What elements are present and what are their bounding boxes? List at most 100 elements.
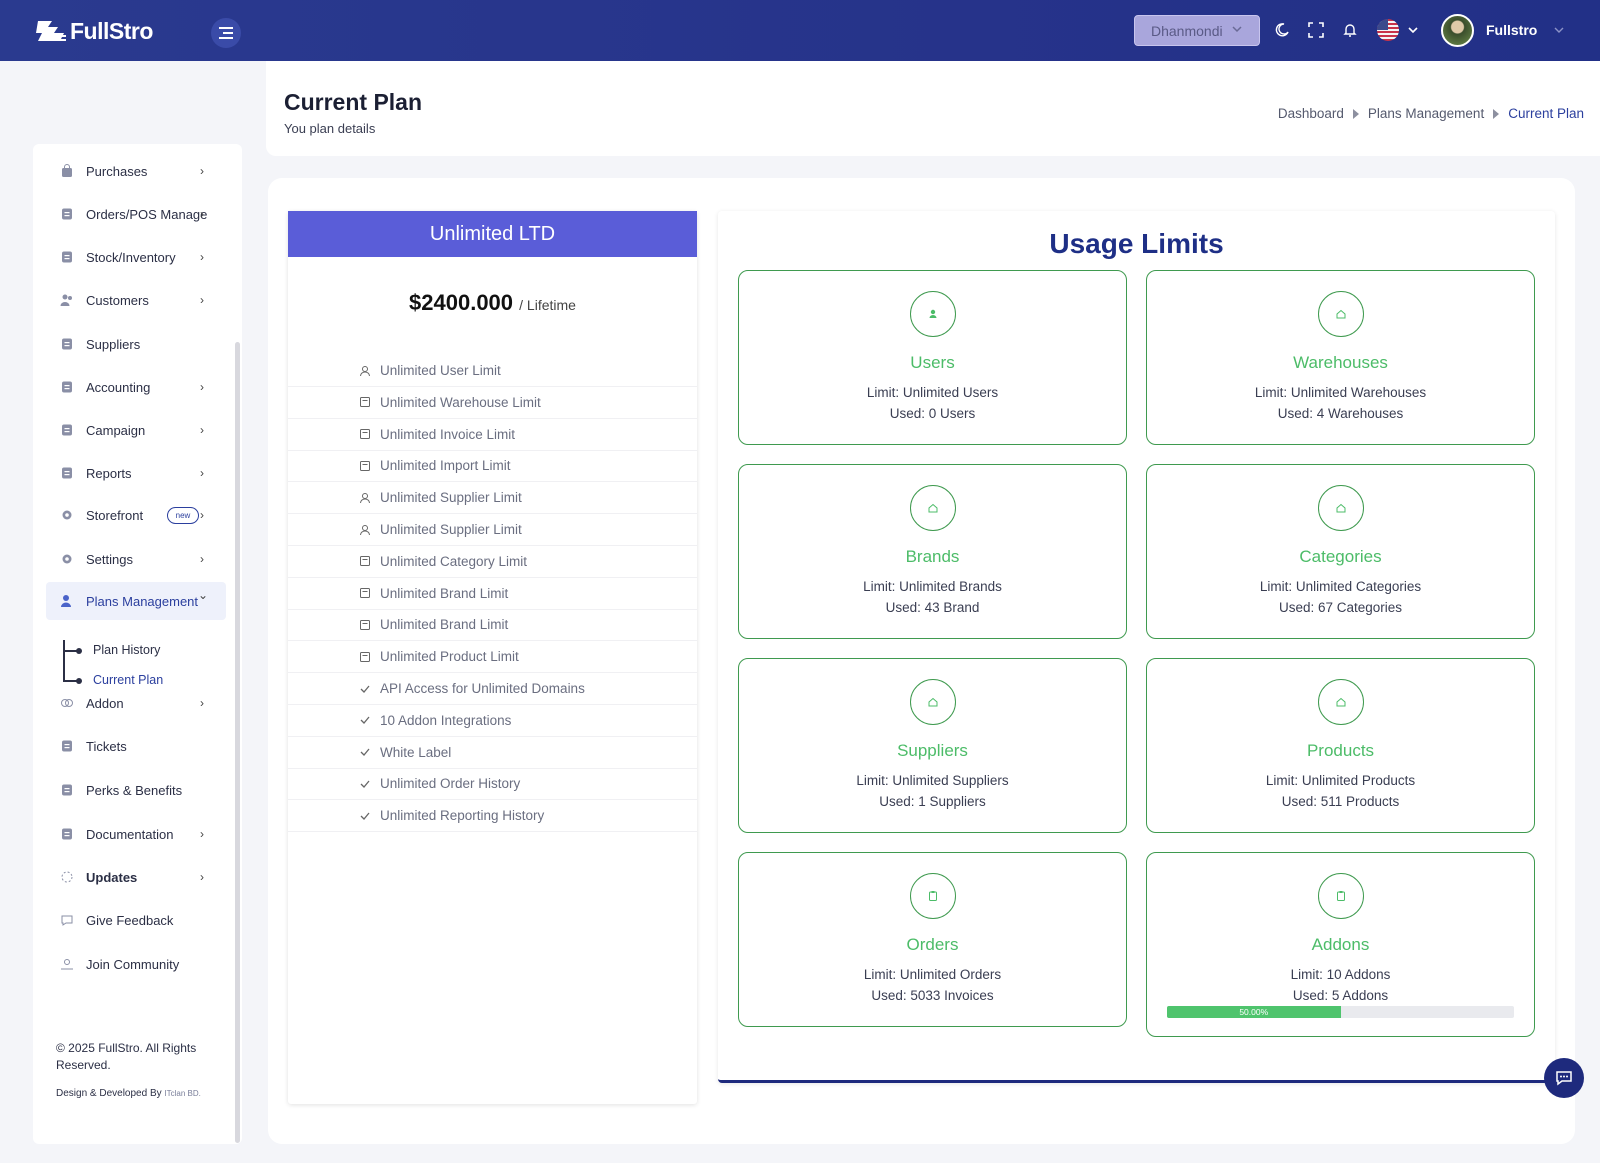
chevron-right-icon: › <box>200 466 204 480</box>
sidebar-item-reports[interactable]: Reports › <box>46 454 226 492</box>
sidebar-item-plans-management[interactable]: Plans Management ⌄ <box>46 582 226 620</box>
sidebar-item-label: Orders/POS Manage <box>86 206 208 222</box>
plan-name: Unlimited LTD <box>288 211 697 257</box>
usage-card-name: Brands <box>905 547 960 566</box>
gear-icon <box>60 552 74 566</box>
sidebar-item-tickets[interactable]: Tickets <box>46 727 226 765</box>
usage-card-limit: Limit: Unlimited Products <box>1265 773 1416 788</box>
breadcrumb-separator-icon <box>1352 108 1359 119</box>
username[interactable]: Fullstro <box>1486 22 1537 38</box>
home-icon <box>1318 291 1364 337</box>
plan-feature-label: Unlimited Supplier Limit <box>380 522 522 537</box>
developer-credit: Design & Developed By ITclan BD. <box>56 1088 201 1099</box>
sidebar-item-join-community[interactable]: Join Community <box>46 945 226 983</box>
chevron-right-icon: › <box>200 207 204 221</box>
breadcrumb-plans-management[interactable]: Plans Management <box>1368 106 1484 121</box>
sidebar-item-addon[interactable]: Addon › <box>46 684 226 722</box>
logo-mark-icon <box>34 17 68 45</box>
sidebar-item-give-feedback[interactable]: Give Feedback <box>46 901 226 939</box>
sidebar-item-purchases[interactable]: Purchases › <box>46 152 226 190</box>
subnav-plan-history[interactable]: Plan History <box>93 643 160 657</box>
sidebar-item-label: Perks & Benefits <box>86 782 183 798</box>
plan-feature-label: Unlimited Category Limit <box>380 553 528 569</box>
breadcrumb-current-plan: Current Plan <box>1508 106 1584 121</box>
chevron-right-icon: › <box>200 508 204 522</box>
breadcrumb: Dashboard Plans Management Current Plan <box>1278 106 1584 121</box>
usage-card-used: Used: 5033 Invoices <box>871 988 994 1003</box>
usage-card-used: Used: 0 Users <box>889 406 976 421</box>
brand-outline-icon <box>358 618 372 632</box>
plan-feature-item: Unlimited Brand Limit <box>288 578 697 610</box>
fullscreen-icon[interactable] <box>1306 20 1326 40</box>
subnav-current-plan[interactable]: Current Plan <box>93 673 163 687</box>
supplier-outline-icon <box>358 491 372 505</box>
sidebar-item-label: Reports <box>86 465 132 481</box>
plan-feature-item: Unlimited Category Limit <box>288 546 697 578</box>
chevron-right-icon: › <box>200 380 204 394</box>
sidebar-item-suppliers[interactable]: Suppliers <box>46 325 226 363</box>
plan-feature-label: Unlimited Supplier Limit <box>380 490 522 506</box>
plan-price-period: / Lifetime <box>519 297 576 313</box>
check-icon <box>358 809 372 823</box>
plan-feature-item: Unlimited Warehouse Limit <box>288 387 697 419</box>
chat-support-button[interactable] <box>1544 1058 1584 1098</box>
breadcrumb-dashboard[interactable]: Dashboard <box>1278 106 1344 121</box>
feedback-icon <box>60 913 74 927</box>
sidebar-item-label: Accounting <box>86 379 151 395</box>
usage-card-addons: Addons Limit: 10 Addons Used: 5 Addons 50… <box>1146 852 1535 1037</box>
sidebar-item-accounting[interactable]: Accounting › <box>46 368 226 406</box>
dark-mode-moon-icon[interactable] <box>1272 20 1292 40</box>
usage-card-used: Used: 43 Brand <box>885 600 980 615</box>
sidebar-item-orders-pos-manage[interactable]: Orders/POS Manage › <box>46 195 226 233</box>
sidebar-item-campaign[interactable]: Campaign › <box>46 411 226 449</box>
chevron-right-icon: › <box>200 870 204 884</box>
sidebar-item-label: Campaign <box>86 422 146 438</box>
chevron-right-icon: › <box>200 696 204 710</box>
sidebar-item-customers[interactable]: Customers › <box>46 281 226 319</box>
sidebar-item-storefront[interactable]: Storefront new › <box>46 496 226 534</box>
menu-toggle-button[interactable] <box>211 18 241 48</box>
check-icon <box>358 682 372 696</box>
sidebar-item-settings[interactable]: Settings › <box>46 540 226 578</box>
user-menu-chevron-down-icon[interactable] <box>1549 20 1569 40</box>
usage-card-limit: Limit: Unlimited Warehouses <box>1254 385 1427 400</box>
updates-icon <box>60 870 74 884</box>
sidebar-item-updates[interactable]: Updates › <box>46 858 226 896</box>
usage-card-warehouses: Warehouses Limit: Unlimited Warehouses U… <box>1146 270 1535 445</box>
branch-select[interactable]: Dhanmondi <box>1134 15 1260 46</box>
clipboard-icon <box>910 873 956 919</box>
home-icon <box>910 485 956 531</box>
new-badge: new <box>167 507 199 524</box>
plan-feature-item: Unlimited Supplier Limit <box>288 514 697 546</box>
language-chevron-down-icon[interactable] <box>1403 20 1423 40</box>
usage-card-name: Warehouses <box>1293 353 1388 372</box>
usage-card-used: Used: 67 Categories <box>1278 600 1403 615</box>
plan-feature-label: Unlimited Brand Limit <box>380 585 509 601</box>
sidebar-item-label: Tickets <box>86 738 127 754</box>
sidebar-item-perks-benefits[interactable]: Perks & Benefits <box>46 771 226 809</box>
plan-feature-item: Unlimited Invoice Limit <box>288 419 697 451</box>
sidebar-item-stock-inventory[interactable]: Stock/Inventory › <box>46 238 226 276</box>
plan-feature-item: Unlimited Import Limit <box>288 450 697 483</box>
plan-feature-item: Unlimited User Limit <box>288 355 697 387</box>
avatar[interactable] <box>1441 14 1474 47</box>
usage-card-categories: Categories Limit: Unlimited Categories U… <box>1146 464 1535 639</box>
plan-feature-label: Unlimited User Limit <box>380 363 501 378</box>
sidebar-item-label: Addon <box>86 695 124 711</box>
home-icon <box>910 679 956 725</box>
chevron-down-icon <box>1232 26 1242 33</box>
user-outline-icon <box>358 364 372 378</box>
us-flag-icon[interactable] <box>1377 19 1399 41</box>
sidebar-scrollbar[interactable] <box>235 342 240 1143</box>
sidebar-item-documentation[interactable]: Documentation › <box>46 815 226 853</box>
usage-card-limit: Limit: Unlimited Users <box>866 385 999 400</box>
subnav-tree-dot <box>76 648 82 654</box>
developer-credit-label: Design & Developed By <box>56 1088 162 1099</box>
developer-company[interactable]: ITclan BD. <box>164 1089 200 1098</box>
bell-icon[interactable] <box>1340 20 1360 40</box>
sidebar-item-label: Customers <box>86 292 149 308</box>
gift-icon <box>60 783 74 797</box>
usage-card-name: Suppliers <box>897 741 968 760</box>
plan-feature-label: Unlimited Order History <box>380 776 521 792</box>
logo[interactable]: FullStro <box>34 16 153 46</box>
